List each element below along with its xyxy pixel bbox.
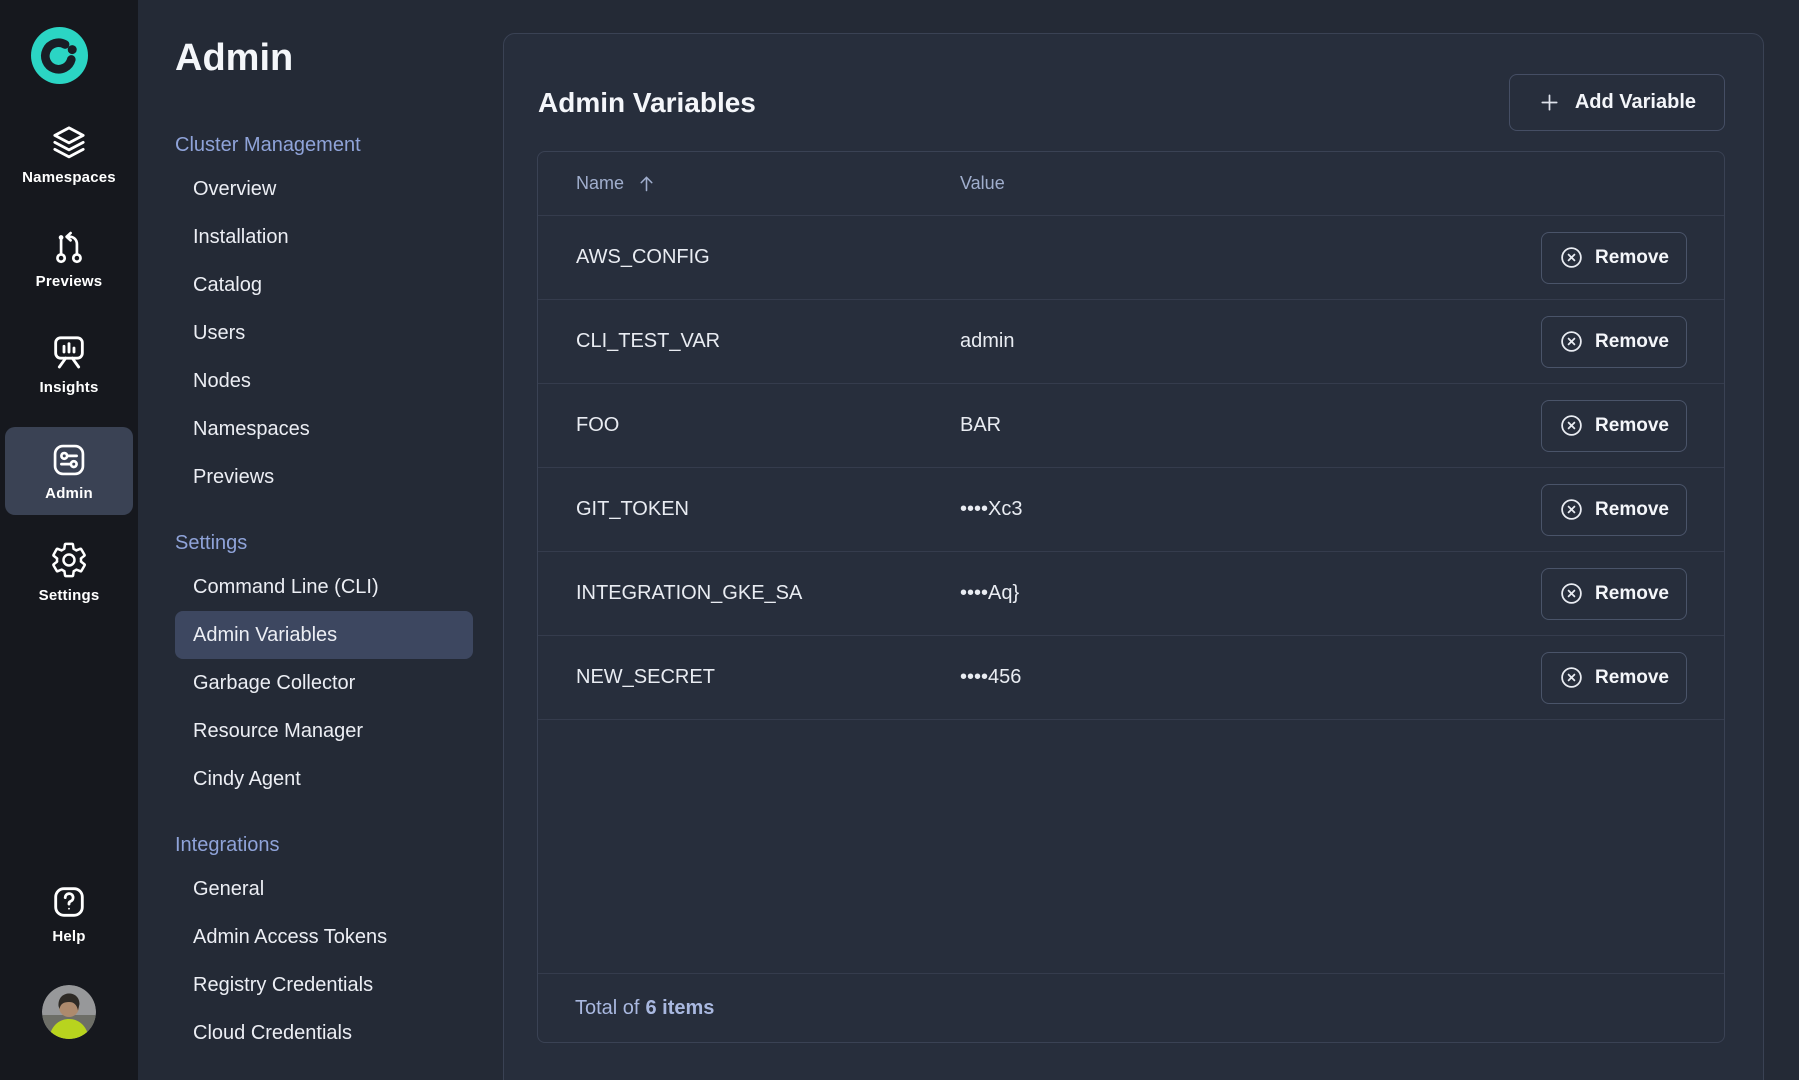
sidebar-item-namespaces[interactable]: Namespaces bbox=[175, 405, 473, 453]
panel-header: Admin Variables Add Variable bbox=[504, 34, 1763, 131]
remove-button-label: Remove bbox=[1595, 331, 1669, 353]
sort-ascending-button[interactable] bbox=[636, 173, 657, 194]
sidebar-item-general[interactable]: General bbox=[175, 865, 473, 913]
remove-button-label: Remove bbox=[1595, 247, 1669, 269]
user-avatar[interactable] bbox=[42, 985, 96, 1039]
remove-variable-button[interactable]: Remove bbox=[1541, 232, 1687, 284]
chart-board-icon bbox=[49, 332, 89, 372]
remove-variable-button[interactable]: Remove bbox=[1541, 568, 1687, 620]
nav-section-header: Integrations bbox=[175, 833, 473, 857]
sidebar-title: Admin bbox=[175, 36, 473, 81]
table-header-row: Name Value bbox=[538, 152, 1724, 216]
variable-value-cell: ••••Aq} bbox=[960, 582, 1541, 605]
panel-title: Admin Variables bbox=[538, 87, 756, 119]
x-circle-icon bbox=[1559, 413, 1584, 438]
total-label: Total of bbox=[575, 997, 639, 1020]
icon-rail: NamespacesPreviewsInsightsAdminSettings … bbox=[0, 0, 138, 1080]
sidebar-item-cindy-agent[interactable]: Cindy Agent bbox=[175, 755, 473, 803]
nav-section-header: Cluster Management bbox=[175, 133, 473, 157]
rail-item-admin[interactable]: Admin bbox=[5, 427, 133, 515]
remove-variable-button[interactable]: Remove bbox=[1541, 652, 1687, 704]
rail-item-label: Help bbox=[52, 928, 85, 945]
x-circle-icon bbox=[1559, 245, 1584, 270]
sidebar-item-garbage-collector[interactable]: Garbage Collector bbox=[175, 659, 473, 707]
table-empty-space bbox=[538, 720, 1724, 973]
variables-table: Name Value AWS_CONFIGRemoveCLI_TEST_VARa… bbox=[537, 151, 1725, 1043]
variable-name-cell: GIT_TOKEN bbox=[538, 498, 960, 521]
table-row: NEW_SECRET••••456 Remove bbox=[538, 636, 1724, 720]
remove-button-label: Remove bbox=[1595, 499, 1669, 521]
remove-variable-button[interactable]: Remove bbox=[1541, 484, 1687, 536]
okteto-logo-icon[interactable] bbox=[31, 27, 88, 84]
variable-value-cell: admin bbox=[960, 330, 1541, 353]
remove-button-label: Remove bbox=[1595, 415, 1669, 437]
remove-variable-button[interactable]: Remove bbox=[1541, 316, 1687, 368]
remove-button-label: Remove bbox=[1595, 667, 1669, 689]
layers-icon bbox=[49, 122, 89, 162]
sidebar-item-resource-manager[interactable]: Resource Manager bbox=[175, 707, 473, 755]
rail-item-label: Settings bbox=[39, 587, 100, 604]
rail-item-namespaces[interactable]: Namespaces bbox=[0, 122, 138, 186]
x-circle-icon bbox=[1559, 329, 1584, 354]
rail-item-label: Previews bbox=[36, 273, 103, 290]
sliders-icon bbox=[50, 441, 88, 479]
rail-item-settings[interactable]: Settings bbox=[0, 540, 138, 604]
table-row: INTEGRATION_GKE_SA••••Aq} Remove bbox=[538, 552, 1724, 636]
remove-button-label: Remove bbox=[1595, 583, 1669, 605]
remove-variable-button[interactable]: Remove bbox=[1541, 400, 1687, 452]
table-row: FOOBAR Remove bbox=[538, 384, 1724, 468]
plus-icon bbox=[1538, 91, 1561, 114]
add-variable-label: Add Variable bbox=[1575, 91, 1696, 114]
admin-variables-panel: Admin Variables Add Variable Name bbox=[503, 33, 1764, 1080]
variable-value-cell: ••••456 bbox=[960, 666, 1541, 689]
table-row: GIT_TOKEN••••Xc3 Remove bbox=[538, 468, 1724, 552]
sidebar-item-admin-access-tokens[interactable]: Admin Access Tokens bbox=[175, 913, 473, 961]
variable-value-cell: ••••Xc3 bbox=[960, 498, 1541, 521]
variable-name-cell: NEW_SECRET bbox=[538, 666, 960, 689]
nav-section-header: Settings bbox=[175, 531, 473, 555]
table-row: AWS_CONFIG Remove bbox=[538, 216, 1724, 300]
x-circle-icon bbox=[1559, 497, 1584, 522]
table-row: CLI_TEST_VARadmin Remove bbox=[538, 300, 1724, 384]
x-circle-icon bbox=[1559, 665, 1584, 690]
rail-item-label: Admin bbox=[45, 485, 93, 502]
sidebar-item-nodes[interactable]: Nodes bbox=[175, 357, 473, 405]
sidebar-item-cloud-credentials[interactable]: Cloud Credentials bbox=[175, 1009, 473, 1057]
variable-value-cell: BAR bbox=[960, 414, 1541, 437]
sidebar-item-users[interactable]: Users bbox=[175, 309, 473, 357]
rail-item-label: Insights bbox=[39, 379, 98, 396]
rail-item-insights[interactable]: Insights bbox=[0, 332, 138, 396]
sidebar-item-registry-credentials[interactable]: Registry Credentials bbox=[175, 961, 473, 1009]
rail-item-previews[interactable]: Previews bbox=[0, 228, 138, 290]
rail-item-label: Namespaces bbox=[22, 169, 116, 186]
help-button[interactable]: Help bbox=[0, 883, 138, 945]
sidebar-item-previews[interactable]: Previews bbox=[175, 453, 473, 501]
sidebar-item-admin-variables[interactable]: Admin Variables bbox=[175, 611, 473, 659]
variable-name-cell: AWS_CONFIG bbox=[538, 246, 960, 269]
sidebar-item-command-line-cli-[interactable]: Command Line (CLI) bbox=[175, 563, 473, 611]
gear-icon bbox=[49, 540, 89, 580]
add-variable-button[interactable]: Add Variable bbox=[1509, 74, 1725, 131]
total-count: 6 items bbox=[645, 997, 714, 1020]
variable-name-cell: INTEGRATION_GKE_SA bbox=[538, 582, 960, 605]
sidebar-item-overview[interactable]: Overview bbox=[175, 165, 473, 213]
variable-name-cell: CLI_TEST_VAR bbox=[538, 330, 960, 353]
table-footer: Total of 6 items bbox=[538, 973, 1724, 1042]
variable-name-cell: FOO bbox=[538, 414, 960, 437]
admin-sidebar: Admin Cluster Management OverviewInstalla… bbox=[138, 0, 503, 1080]
git-preview-icon bbox=[50, 228, 88, 266]
nav-section-integrations: Integrations GeneralAdmin Access TokensRe… bbox=[175, 833, 473, 1057]
arrow-up-icon bbox=[636, 173, 657, 194]
nav-section-settings: Settings Command Line (CLI)Admin Variable… bbox=[175, 531, 473, 803]
question-icon bbox=[50, 883, 88, 921]
nav-section-cluster-management: Cluster Management OverviewInstallationCa… bbox=[175, 133, 473, 501]
column-header-name: Name bbox=[576, 173, 624, 194]
sidebar-item-installation[interactable]: Installation bbox=[175, 213, 473, 261]
sidebar-item-catalog[interactable]: Catalog bbox=[175, 261, 473, 309]
column-header-value: Value bbox=[960, 173, 1724, 194]
x-circle-icon bbox=[1559, 581, 1584, 606]
